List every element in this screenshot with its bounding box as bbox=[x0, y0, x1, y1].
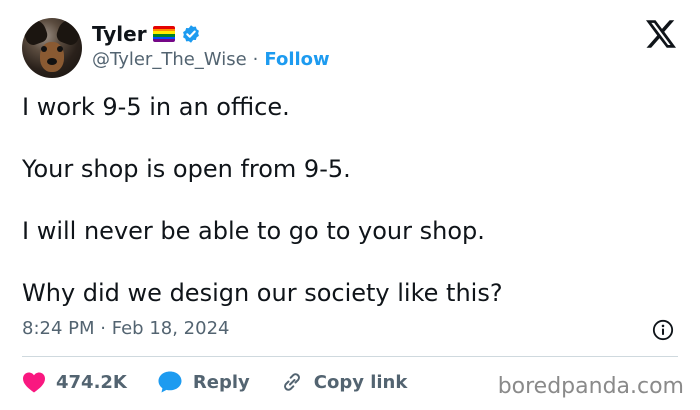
author-name-row: Tyler bbox=[92, 22, 201, 46]
copy-link-button[interactable]: Copy link bbox=[280, 370, 408, 394]
timestamp-separator: · bbox=[100, 318, 106, 339]
follow-button[interactable]: Follow bbox=[264, 49, 329, 70]
verified-badge-icon bbox=[182, 25, 199, 43]
reply-bubble-icon bbox=[158, 371, 182, 393]
tweet-body: I work 9-5 in an office. Your shop is op… bbox=[22, 92, 672, 340]
watermark: boredpanda.com bbox=[497, 374, 684, 399]
avatar[interactable] bbox=[22, 18, 82, 78]
heart-icon bbox=[23, 372, 45, 393]
divider bbox=[22, 356, 678, 357]
tweet-timestamp[interactable]: 8:24 PM · Feb 18, 2024 bbox=[22, 318, 229, 339]
tweet-time: 8:24 PM bbox=[22, 318, 95, 339]
author-handle[interactable]: @Tyler_The_Wise bbox=[92, 49, 247, 70]
action-bar: 474.2K Reply Copy link bbox=[22, 370, 437, 394]
tweet-line: Why did we design our society like this? bbox=[22, 279, 503, 307]
copy-link-label: Copy link bbox=[313, 371, 408, 393]
like-button[interactable]: 474.2K bbox=[22, 371, 127, 393]
tweet-line: I will never be able to go to your shop. bbox=[22, 217, 485, 245]
author-display-name[interactable]: Tyler bbox=[92, 22, 147, 46]
avatar-eye-left bbox=[41, 46, 47, 52]
tweet-date: Feb 18, 2024 bbox=[111, 318, 230, 339]
avatar-eye-right bbox=[57, 46, 63, 52]
reply-label: Reply bbox=[192, 371, 250, 393]
x-logo-icon[interactable] bbox=[646, 20, 676, 48]
info-icon[interactable] bbox=[652, 319, 674, 341]
handle-separator: · bbox=[252, 49, 259, 70]
avatar-ear-right bbox=[54, 18, 82, 48]
link-icon bbox=[283, 373, 300, 391]
tweet-line: Your shop is open from 9-5. bbox=[22, 155, 351, 183]
flag-stripe bbox=[152, 39, 175, 42]
like-count: 474.2K bbox=[56, 371, 127, 393]
tweet-line: I work 9-5 in an office. bbox=[22, 93, 290, 121]
avatar-nose bbox=[47, 58, 57, 65]
reply-button[interactable]: Reply bbox=[157, 370, 250, 394]
pride-flag-icon bbox=[152, 26, 175, 42]
author-handle-row: @Tyler_The_Wise · Follow bbox=[92, 49, 330, 70]
